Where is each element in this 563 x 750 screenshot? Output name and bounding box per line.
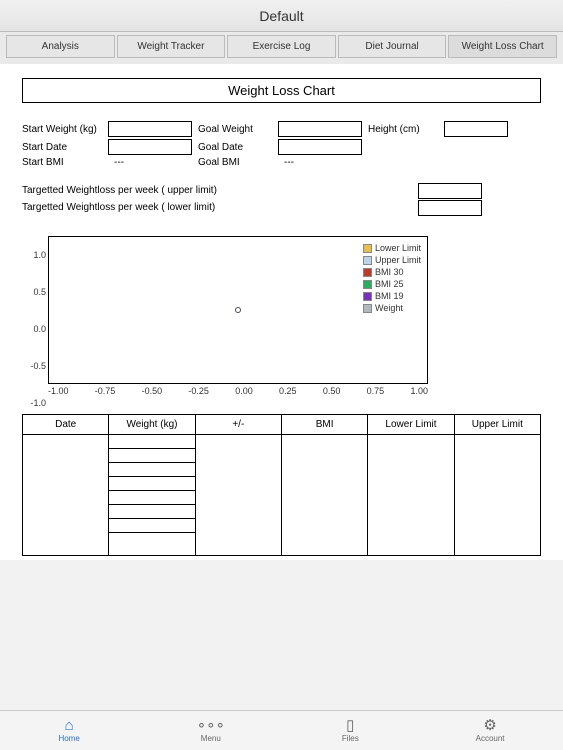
- bottom-tab-label: Home: [58, 734, 79, 743]
- table-row[interactable]: [109, 449, 194, 463]
- xtick: -1.00: [48, 386, 69, 396]
- table-row[interactable]: [109, 491, 194, 505]
- goal-date-input[interactable]: [278, 139, 362, 155]
- goal-bmi-value: ---: [278, 157, 362, 168]
- start-date-label: Start Date: [22, 142, 102, 153]
- legend-item: Upper Limit: [375, 255, 421, 265]
- xtick: -0.50: [142, 386, 163, 396]
- goal-weight-input[interactable]: [278, 121, 362, 137]
- chart: 1.0 0.5 0.0 -0.5 -1.0 Lower Limit Upper …: [22, 236, 541, 396]
- bottom-tabbar: ⌂ Home ∘∘∘ Menu ▯ Files ⚙ Account: [0, 710, 563, 750]
- col-upper: [455, 435, 540, 555]
- xtick: -0.75: [95, 386, 116, 396]
- targets: Targetted Weightloss per week ( upper li…: [22, 182, 541, 216]
- start-date-input[interactable]: [108, 139, 192, 155]
- ytick: -0.5: [22, 361, 46, 371]
- home-icon: ⌂: [65, 718, 74, 733]
- bottom-tab-label: Menu: [201, 734, 221, 743]
- target-lower-label: Targetted Weightloss per week ( lower li…: [22, 202, 418, 213]
- bottom-tab-label: Files: [342, 734, 359, 743]
- ytick: -1.0: [22, 398, 46, 408]
- ytick: 0.0: [22, 324, 46, 334]
- height-label: Height (cm): [368, 124, 438, 135]
- data-table: Date Weight (kg) +/- BMI Lower Limit Upp…: [22, 414, 541, 556]
- xticks: -1.00 -0.75 -0.50 -0.25 0.00 0.25 0.50 0…: [48, 386, 428, 396]
- bottom-tab-account[interactable]: ⚙ Account: [476, 718, 505, 743]
- gear-icon: ⚙: [483, 718, 496, 733]
- chart-datapoint: [235, 307, 241, 313]
- legend-item: Weight: [375, 303, 403, 313]
- bottom-tab-files[interactable]: ▯ Files: [342, 718, 359, 743]
- bottom-tab-label: Account: [476, 734, 505, 743]
- xtick: 0.00: [235, 386, 253, 396]
- goal-bmi-label: Goal BMI: [198, 157, 272, 168]
- main-content: Weight Loss Chart Start Weight (kg) Goal…: [0, 64, 563, 560]
- start-bmi-value: ---: [108, 157, 192, 168]
- legend-item: BMI 19: [375, 291, 404, 301]
- goal-weight-label: Goal Weight: [198, 124, 272, 135]
- xtick: 0.50: [323, 386, 341, 396]
- chart-legend: Lower Limit Upper Limit BMI 30 BMI 25 BM…: [363, 243, 421, 315]
- menu-icon: ∘∘∘: [197, 718, 225, 733]
- tab-weight-loss-chart[interactable]: Weight Loss Chart: [448, 35, 557, 58]
- xtick: 1.00: [410, 386, 428, 396]
- ytick: 1.0: [22, 250, 46, 260]
- target-upper-input[interactable]: [418, 183, 482, 199]
- tab-exercise-log[interactable]: Exercise Log: [227, 35, 336, 58]
- bottom-tab-home[interactable]: ⌂ Home: [58, 718, 79, 743]
- start-weight-label: Start Weight (kg): [22, 124, 102, 135]
- xtick: 0.75: [367, 386, 385, 396]
- th-delta: +/-: [196, 415, 282, 435]
- col-date: [23, 435, 109, 555]
- table-row[interactable]: [109, 477, 194, 491]
- target-upper-label: Targetted Weightloss per week ( upper li…: [22, 185, 418, 196]
- files-icon: ▯: [346, 718, 354, 733]
- xtick: 0.25: [279, 386, 297, 396]
- app-header: Default: [0, 0, 563, 32]
- fields-grid: Start Weight (kg) Goal Weight Height (cm…: [22, 121, 541, 168]
- col-bmi: [282, 435, 368, 555]
- tab-analysis[interactable]: Analysis: [6, 35, 115, 58]
- th-date: Date: [23, 415, 109, 435]
- legend-item: BMI 25: [375, 279, 404, 289]
- xtick: -0.25: [188, 386, 209, 396]
- th-weight: Weight (kg): [109, 415, 195, 435]
- start-weight-input[interactable]: [108, 121, 192, 137]
- th-lower: Lower Limit: [368, 415, 454, 435]
- th-upper: Upper Limit: [455, 415, 540, 435]
- tab-weight-tracker[interactable]: Weight Tracker: [117, 35, 226, 58]
- table-row[interactable]: [109, 533, 194, 547]
- top-tabbar: Analysis Weight Tracker Exercise Log Die…: [0, 32, 563, 64]
- height-input[interactable]: [444, 121, 508, 137]
- goal-date-label: Goal Date: [198, 142, 272, 153]
- start-bmi-label: Start BMI: [22, 157, 102, 168]
- col-lower: [368, 435, 454, 555]
- bottom-tab-menu[interactable]: ∘∘∘ Menu: [197, 718, 225, 743]
- col-weight: [109, 435, 195, 555]
- ytick: 0.5: [22, 287, 46, 297]
- section-title: Weight Loss Chart: [22, 78, 541, 103]
- header-title: Default: [259, 8, 303, 24]
- table-row[interactable]: [109, 505, 194, 519]
- legend-item: Lower Limit: [375, 243, 421, 253]
- th-bmi: BMI: [282, 415, 368, 435]
- tab-diet-journal[interactable]: Diet Journal: [338, 35, 447, 58]
- table-row[interactable]: [109, 435, 194, 449]
- chart-plot-area: Lower Limit Upper Limit BMI 30 BMI 25 BM…: [48, 236, 428, 384]
- table-row[interactable]: [109, 519, 194, 533]
- target-lower-input[interactable]: [418, 200, 482, 216]
- legend-item: BMI 30: [375, 267, 404, 277]
- table-row[interactable]: [109, 463, 194, 477]
- col-delta: [196, 435, 282, 555]
